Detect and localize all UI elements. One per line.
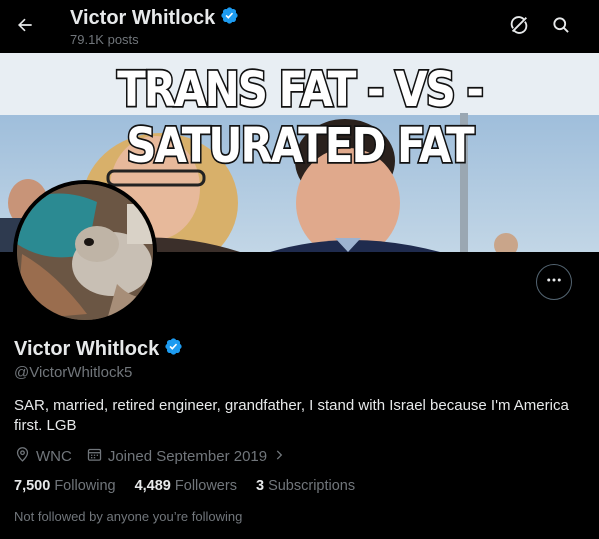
banner-caption: TRANS FAT - VS - SATURATED FAT bbox=[116, 59, 486, 175]
followers-label: Followers bbox=[174, 478, 237, 494]
header-name: Victor Whitlock bbox=[70, 6, 216, 29]
location-text: WNC bbox=[36, 448, 72, 465]
search-icon bbox=[551, 15, 571, 40]
calendar-icon bbox=[86, 446, 103, 467]
profile-meta: WNC Joined September 2019 bbox=[14, 446, 300, 467]
back-button[interactable] bbox=[8, 10, 42, 44]
profile-page: Victor Whitlock 79.1K posts TRANS FAT - … bbox=[0, 0, 599, 539]
following-count: 7,500 bbox=[14, 478, 51, 494]
following-link[interactable]: 7,500 Following bbox=[14, 478, 116, 494]
verified-badge-icon[interactable] bbox=[164, 337, 183, 361]
arrow-left-icon bbox=[15, 15, 35, 40]
verified-badge-icon bbox=[220, 6, 239, 30]
post-count: 79.1K posts bbox=[70, 32, 139, 47]
more-options-button[interactable] bbox=[536, 264, 572, 300]
handle: @VictorWhitlock5 bbox=[14, 364, 133, 381]
following-label: Following bbox=[54, 478, 116, 494]
avatar[interactable] bbox=[13, 180, 157, 324]
grok-icon bbox=[508, 14, 530, 41]
bio: SAR, married, retired engineer, grandfat… bbox=[14, 397, 569, 434]
join-date[interactable]: Joined September 2019 bbox=[86, 446, 286, 467]
avatar-image bbox=[17, 184, 153, 320]
subscriptions-link[interactable]: 3 Subscriptions bbox=[256, 478, 355, 494]
grok-button[interactable] bbox=[503, 11, 535, 43]
subscriptions-label: Subscriptions bbox=[268, 478, 356, 494]
followers-count: 4,489 bbox=[134, 478, 171, 494]
subscriptions-count: 3 bbox=[255, 478, 265, 494]
chevron-right-icon bbox=[272, 448, 286, 466]
search-button[interactable] bbox=[545, 11, 577, 43]
top-bar: Victor Whitlock 79.1K posts bbox=[0, 0, 599, 53]
follow-stats: 7,500 Following 4,489 Followers 3 Subscr… bbox=[14, 478, 374, 494]
followed-by-text: Not followed by anyone you’re following bbox=[14, 509, 243, 524]
join-date-text: Joined September 2019 bbox=[107, 448, 268, 465]
display-name: Victor Whitlock bbox=[14, 337, 160, 360]
location-pin-icon bbox=[14, 446, 31, 467]
more-horizontal-icon bbox=[545, 271, 563, 294]
location: WNC bbox=[14, 446, 72, 467]
followers-link[interactable]: 4,489 Followers bbox=[135, 478, 237, 494]
